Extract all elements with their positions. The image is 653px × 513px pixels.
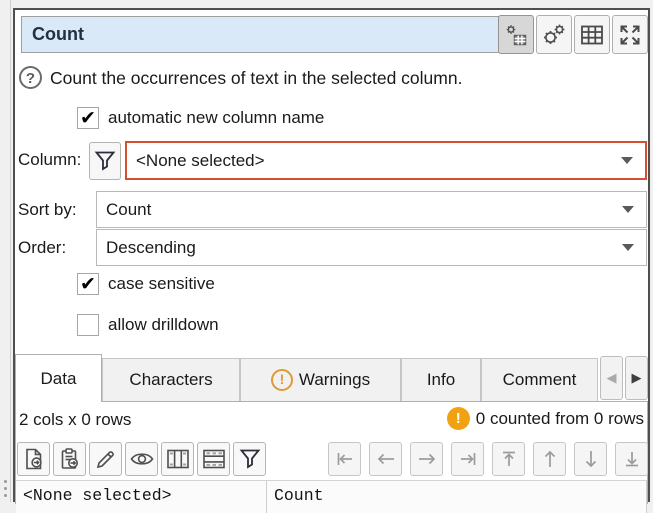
show-rows-button[interactable] — [197, 442, 230, 476]
tab-info-label: Info — [427, 370, 455, 390]
arrow-bar-up-icon — [498, 448, 520, 470]
copy-to-clipboard-button[interactable] — [53, 442, 86, 476]
grid-column-header-2[interactable]: Count — [267, 480, 647, 513]
column-select-value: <None selected> — [127, 151, 621, 171]
tab-comment-label: Comment — [503, 370, 577, 390]
sort-by-field-label: Sort by: — [18, 191, 77, 229]
filter-grid-button[interactable] — [233, 442, 266, 476]
filter-funnel-icon — [94, 149, 116, 173]
column-select[interactable]: <None selected> — [125, 141, 647, 180]
tab-comment[interactable]: Comment — [481, 358, 598, 401]
edit-values-button[interactable] — [89, 442, 122, 476]
goto-first-column-button[interactable] — [328, 442, 361, 476]
sort-by-select[interactable]: Count — [96, 191, 647, 228]
auto-column-name-label: automatic new column name — [108, 106, 324, 130]
tab-scroll-right-button[interactable]: ▶ — [625, 356, 648, 400]
checkmark-icon: ✔ — [80, 107, 96, 130]
goto-next-column-button[interactable] — [410, 442, 443, 476]
transform-description: Count the occurrences of text in the sel… — [50, 64, 462, 92]
show-table-button[interactable] — [574, 15, 610, 54]
goto-next-row-button[interactable] — [574, 442, 607, 476]
preferences-button[interactable] — [536, 15, 572, 54]
sort-by-select-value: Count — [97, 200, 622, 220]
columns-icon — [165, 447, 191, 471]
column-field-label: Column: — [18, 141, 81, 179]
transform-settings-table-icon — [504, 23, 528, 47]
arrow-bar-left-icon — [334, 448, 356, 470]
tab-characters[interactable]: Characters — [102, 358, 240, 401]
arrow-up-icon — [539, 448, 561, 470]
transform-panel: Count — [13, 8, 650, 502]
goto-first-row-button[interactable] — [492, 442, 525, 476]
tab-data[interactable]: Data — [15, 354, 102, 402]
case-sensitive-checkbox[interactable]: ✔ — [77, 273, 99, 295]
splitter-handle-dot — [4, 487, 7, 490]
grid-column-header-1[interactable]: <None selected> — [16, 480, 267, 513]
triangle-right-icon: ▶ — [632, 370, 642, 386]
expand-icon — [617, 22, 643, 48]
arrow-left-icon — [375, 448, 397, 470]
export-file-icon — [22, 447, 46, 471]
export-data-button[interactable] — [17, 442, 50, 476]
order-select[interactable]: Descending — [96, 229, 647, 266]
splitter-handle-dot — [4, 494, 7, 497]
show-transform-options-button[interactable] — [498, 15, 534, 54]
auto-column-name-checkbox[interactable]: ✔ — [77, 107, 99, 129]
warning-filled-icon: ! — [447, 407, 470, 430]
rows-icon — [201, 447, 227, 471]
arrow-bar-right-icon — [457, 448, 479, 470]
tab-characters-label: Characters — [129, 370, 212, 390]
count-status: ! 0 counted from 0 rows — [447, 407, 644, 430]
chevron-down-icon — [622, 206, 634, 213]
show-columns-button[interactable] — [161, 442, 194, 476]
grid-size-status: 2 cols x 0 rows — [19, 406, 131, 434]
column-filter-button[interactable] — [89, 142, 121, 180]
chevron-down-icon — [622, 244, 634, 251]
settings-gears-icon — [541, 22, 567, 48]
arrow-right-icon — [416, 448, 438, 470]
pencil-icon — [94, 447, 118, 471]
checkmark-icon: ✔ — [80, 273, 96, 296]
view-values-button[interactable] — [125, 442, 158, 476]
arrow-down-icon — [580, 448, 602, 470]
goto-prev-column-button[interactable] — [369, 442, 402, 476]
allow-drilldown-label: allow drilldown — [108, 313, 219, 337]
case-sensitive-label: case sensitive — [108, 272, 215, 296]
pane-splitter[interactable] — [10, 0, 11, 502]
goto-last-row-button[interactable] — [615, 442, 648, 476]
goto-last-column-button[interactable] — [451, 442, 484, 476]
warning-icon: ! — [271, 369, 293, 391]
tab-info[interactable]: Info — [401, 358, 481, 401]
tab-warnings[interactable]: ! Warnings — [240, 358, 401, 401]
eye-icon — [129, 447, 155, 471]
clipboard-copy-icon — [58, 447, 82, 471]
filter-funnel-icon — [238, 447, 262, 471]
order-field-label: Order: — [18, 229, 66, 267]
tab-scroll-left-button[interactable]: ◀ — [600, 356, 623, 400]
help-icon[interactable]: ? — [19, 66, 42, 89]
transform-name-input[interactable]: Count — [21, 16, 499, 53]
table-icon — [579, 22, 605, 48]
splitter-handle-dot — [4, 480, 7, 483]
count-status-text: 0 counted from 0 rows — [476, 409, 644, 429]
tab-warnings-label: Warnings — [299, 370, 370, 390]
chevron-down-icon — [621, 157, 633, 164]
goto-prev-row-button[interactable] — [533, 442, 566, 476]
allow-drilldown-checkbox[interactable] — [77, 314, 99, 336]
tab-data-label: Data — [41, 369, 77, 389]
order-select-value: Descending — [97, 238, 622, 258]
arrow-bar-down-icon — [621, 448, 643, 470]
maximize-pane-button[interactable] — [612, 15, 648, 54]
triangle-left-icon: ◀ — [607, 370, 617, 386]
